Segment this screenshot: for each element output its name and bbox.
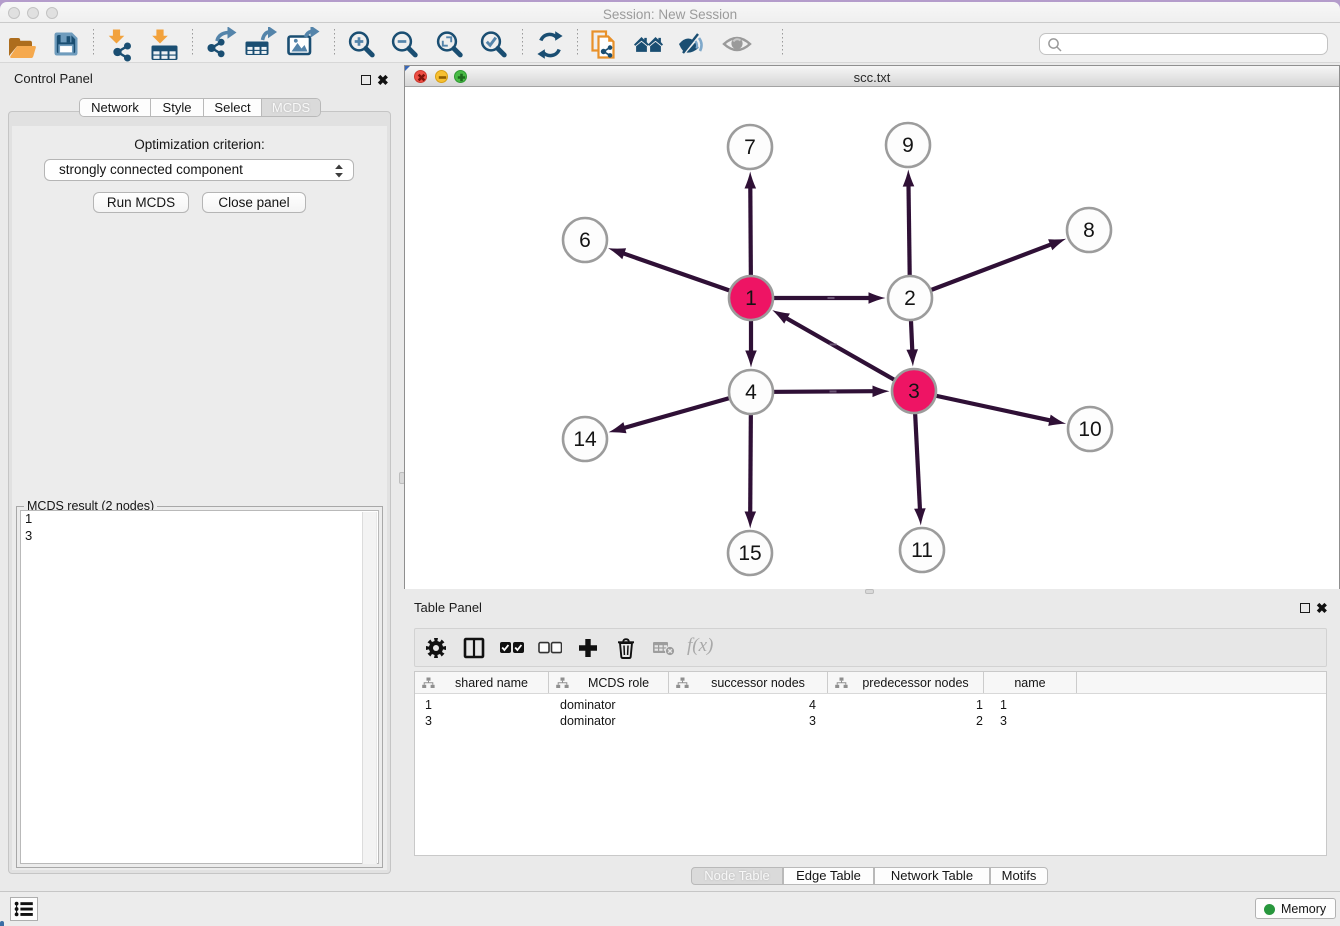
svg-text:10: 10 <box>1078 418 1101 441</box>
svg-text:9: 9 <box>902 134 914 157</box>
svg-text:2: 2 <box>904 287 916 310</box>
svg-text:4: 4 <box>745 381 757 404</box>
svg-text:14: 14 <box>573 428 597 451</box>
svg-text:6: 6 <box>579 229 591 252</box>
svg-text:3: 3 <box>908 380 920 403</box>
svg-text:11: 11 <box>911 539 933 562</box>
svg-text:15: 15 <box>738 542 761 565</box>
svg-text:8: 8 <box>1083 219 1095 242</box>
svg-text:1: 1 <box>745 287 757 310</box>
svg-text:7: 7 <box>744 136 756 159</box>
